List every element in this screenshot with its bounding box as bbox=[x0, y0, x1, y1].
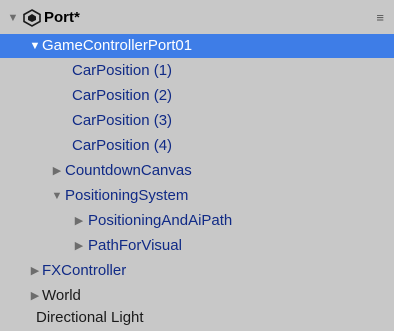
collapse-arrow-icon[interactable]: ▼ bbox=[50, 184, 64, 208]
hierarchy-item-carposition-2[interactable]: CarPosition (2) bbox=[0, 84, 394, 108]
hierarchy-item-pathforvisual[interactable]: ▶ PathForVisual bbox=[0, 234, 394, 258]
hierarchy-item-label: FXController bbox=[42, 262, 127, 279]
expand-arrow-icon[interactable]: ▶ bbox=[50, 159, 64, 183]
hierarchy-item-label: PositioningAndAiPath bbox=[88, 212, 233, 229]
collapse-arrow-icon[interactable]: ▼ bbox=[6, 6, 20, 30]
hierarchy-item-gamecontrollerport01[interactable]: ▼ GameControllerPort01 bbox=[0, 34, 394, 58]
hierarchy-item-label: PositioningSystem bbox=[65, 187, 189, 204]
expand-arrow-icon[interactable]: ▶ bbox=[28, 284, 42, 308]
hierarchy-item-positioningsystem[interactable]: ▼ PositioningSystem bbox=[0, 184, 394, 208]
hierarchy-item-fxcontroller[interactable]: ▶ FXController bbox=[0, 259, 394, 283]
expand-arrow-icon[interactable]: ▼ bbox=[28, 34, 42, 58]
hierarchy-item-world[interactable]: ▶ World bbox=[0, 284, 394, 308]
hierarchy-item-label: PathForVisual bbox=[88, 237, 182, 254]
hierarchy-item-label: World bbox=[42, 287, 81, 304]
hierarchy-menu-icon[interactable]: ≡ bbox=[376, 6, 384, 30]
hierarchy-item-label: Directional Light bbox=[36, 309, 144, 326]
hierarchy-item-label: CarPosition (1) bbox=[72, 62, 173, 79]
expand-arrow-icon[interactable]: ▶ bbox=[72, 234, 86, 258]
expand-arrow-icon[interactable]: ▶ bbox=[28, 259, 42, 283]
hierarchy-item-label: CarPosition (3) bbox=[72, 112, 173, 129]
hierarchy-item-label: CarPosition (4) bbox=[72, 137, 173, 154]
hierarchy-item-countdowncanvas[interactable]: ▶ CountdownCanvas bbox=[0, 159, 394, 183]
hierarchy-item-label: GameControllerPort01 bbox=[42, 37, 193, 54]
hierarchy-item-label: CarPosition (2) bbox=[72, 87, 173, 104]
scene-row-port[interactable]: ▼ Port* ≡ bbox=[0, 6, 394, 30]
scene-name: Port* bbox=[44, 9, 80, 26]
hierarchy-item-carposition-4[interactable]: CarPosition (4) bbox=[0, 134, 394, 158]
expand-arrow-icon[interactable]: ▶ bbox=[72, 209, 86, 233]
hierarchy-item-carposition-3[interactable]: CarPosition (3) bbox=[0, 109, 394, 133]
hierarchy-item-carposition-1[interactable]: CarPosition (1) bbox=[0, 59, 394, 83]
hierarchy-panel: ▼ Port* ≡ ▼ GameControllerPort01 CarPosi… bbox=[0, 0, 394, 331]
unity-scene-icon bbox=[23, 9, 41, 27]
hierarchy-item-label: CountdownCanvas bbox=[65, 162, 192, 179]
hierarchy-item-directional-light[interactable]: Directional Light bbox=[0, 306, 394, 330]
hierarchy-item-positioningandaipath[interactable]: ▶ PositioningAndAiPath bbox=[0, 209, 394, 233]
